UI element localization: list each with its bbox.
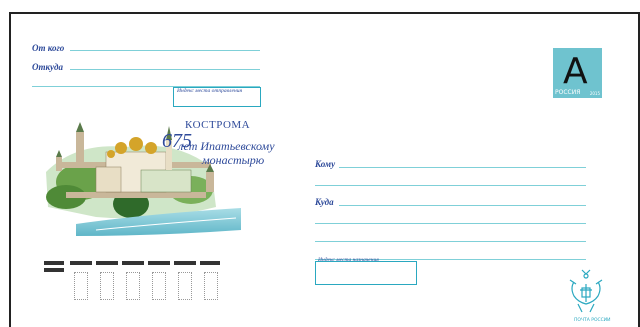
to-label: Кому xyxy=(315,159,336,169)
monastery-illustration xyxy=(46,122,241,236)
zip-cell[interactable] xyxy=(152,272,166,300)
recipient-address-line-3[interactable] xyxy=(315,241,586,242)
zip-cell[interactable] xyxy=(204,272,218,300)
postage-stamp: А РОССИЯ 2015 xyxy=(553,48,602,98)
sender-index-label: Индекс места отправления xyxy=(177,88,243,94)
recipient-index-box[interactable] xyxy=(315,261,417,285)
sender-address-line-1[interactable] xyxy=(70,69,260,70)
to-line-2[interactable] xyxy=(315,185,586,186)
from-label: От кого xyxy=(32,43,65,53)
stamp-year: 2015 xyxy=(589,91,600,96)
recipient-address-line-1[interactable] xyxy=(339,205,586,206)
recipient-address-line-2[interactable] xyxy=(315,223,586,224)
russian-post-label: ПОЧТА РОССИИ xyxy=(574,318,611,323)
zip-bar xyxy=(44,261,64,265)
from-line[interactable] xyxy=(70,50,260,51)
zip-bar xyxy=(96,261,118,265)
zip-bar xyxy=(70,261,92,265)
anniversary-line-2: монастырю xyxy=(202,153,265,167)
zip-cell[interactable] xyxy=(74,272,88,300)
sender-address-label: Откуда xyxy=(32,62,63,72)
zip-bar xyxy=(174,261,196,265)
recipient-index-label: Индекс места назначения xyxy=(318,257,379,263)
recipient-address-label: Куда xyxy=(315,197,334,207)
zip-cell[interactable] xyxy=(126,272,140,300)
anniversary-line-1: лет Ипатьевскому xyxy=(178,139,275,153)
zip-bar xyxy=(44,268,64,272)
zip-bar xyxy=(200,261,220,265)
to-line-1[interactable] xyxy=(339,167,586,168)
zip-bar xyxy=(122,261,144,265)
russian-post-emblem-icon xyxy=(569,269,603,313)
stamp-letter: А xyxy=(563,51,588,92)
zip-bar xyxy=(148,261,170,265)
zip-cell[interactable] xyxy=(100,272,114,300)
zip-cell[interactable] xyxy=(178,272,192,300)
stamp-country: РОССИЯ xyxy=(555,89,581,96)
city-title: КОСТРОМА xyxy=(185,119,251,131)
